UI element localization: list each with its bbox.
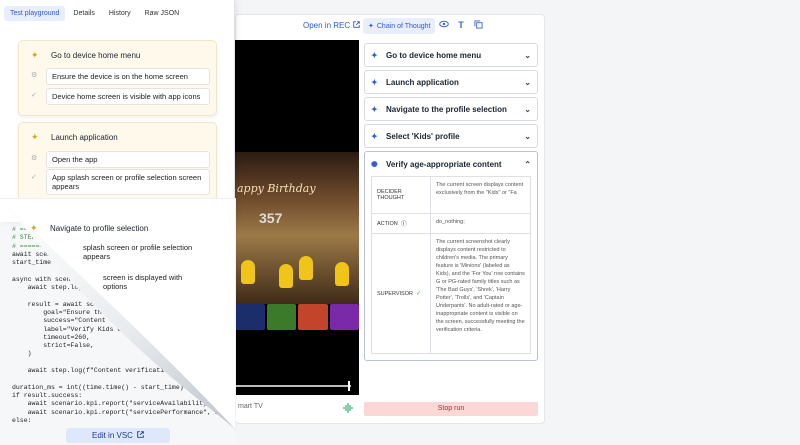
content-tile[interactable]	[329, 304, 359, 330]
chain-of-thought-toggle[interactable]: ✦ Chain of Thought	[363, 18, 436, 34]
tab-history[interactable]: History	[103, 6, 137, 21]
minion-figure	[299, 256, 313, 280]
chevron-down-icon: ⌄	[524, 77, 531, 87]
edit-in-vsc-button[interactable]: Edit in VSC	[66, 428, 170, 443]
birthday-cake-image: appy Birthday 357	[235, 152, 359, 304]
video-seek-bar[interactable]	[235, 385, 351, 387]
app-root: Open in REC ✦ Chain of Thought T appy Bi…	[0, 0, 800, 445]
chevron-up-icon: ⌃	[524, 159, 531, 169]
code-line: else:	[12, 416, 32, 424]
content-tile[interactable]	[266, 304, 296, 330]
content-tile[interactable]	[235, 304, 265, 330]
cot-step[interactable]: ✦ Launch application ⌄	[364, 70, 538, 94]
info-icon[interactable]: ⓘ	[401, 219, 407, 228]
external-link-icon	[137, 431, 144, 440]
code-line: )	[12, 350, 32, 358]
playground-step-card[interactable]: ✦ Launch application ⚙ Open the app ✓ Ap…	[18, 122, 217, 202]
code-line: label="Verify Kids Content",	[12, 325, 153, 333]
step-expectation[interactable]: App splash screen or profile selection s…	[46, 169, 210, 195]
cot-step-active: ✺ Verify age-appropriate content ⌃ DECID…	[364, 151, 538, 361]
sparkle-icon: ✦	[371, 77, 378, 87]
step-instruction[interactable]: Ensure the device is on the home screen	[46, 68, 210, 85]
code-line: goal="Ensure the homepage only pro	[12, 308, 176, 316]
decider-thought-row: DECIDER THOUGHT The current screen displ…	[372, 177, 530, 213]
step-instruction[interactable]: Open the app	[46, 151, 210, 168]
code-line: success="Content tiles show children's	[12, 317, 192, 325]
run-toolbar: Open in REC ✦ Chain of Thought T	[235, 14, 545, 40]
code-line: strict=False,	[12, 342, 94, 350]
code-line: timeout=260,	[12, 333, 91, 341]
check-icon: ✓	[31, 174, 37, 181]
cake-number: 357	[259, 210, 283, 226]
cot-step[interactable]: ✦ Select 'Kids' profile ⌄	[364, 124, 538, 148]
chevron-down-icon: ⌄	[524, 131, 531, 141]
sparkle-icon: ✦	[371, 104, 378, 114]
gear-icon: ⚙	[31, 155, 38, 162]
step-instruction[interactable]: splash screen or profile selection appea…	[78, 240, 208, 264]
chevron-down-icon: ⌄	[524, 104, 531, 114]
check-circle-icon: ✓	[415, 291, 421, 297]
minion-figure	[241, 260, 255, 284]
supervisor-row: SUPERVISOR ✓ The current screenshot clea…	[372, 233, 530, 353]
code-line: await scenario.kpi.report("servicePerfor…	[12, 408, 236, 416]
stop-run-button[interactable]: Stop run	[364, 402, 538, 416]
tab-details[interactable]: Details	[67, 6, 100, 21]
code-line: result = await scenario.ai.step(	[12, 300, 153, 308]
code-line: if result.success:	[12, 391, 83, 399]
eye-icon[interactable]	[439, 20, 449, 30]
seek-handle[interactable]	[348, 381, 350, 391]
step-expectation[interactable]: screen is displayed with options	[98, 270, 208, 294]
birthday-banner: appy Birthday	[237, 182, 316, 195]
tab-raw-json[interactable]: Raw JSON	[139, 6, 186, 21]
sparkle-icon: ✦	[31, 132, 39, 142]
action-row: ACTION ⓘ do_nothing;	[372, 213, 530, 233]
minion-figure	[335, 262, 349, 286]
chain-of-thought-steps: ✦ Go to device home menu ⌄ ✦ Launch appl…	[364, 43, 538, 364]
active-step-header[interactable]: ✺ Verify age-appropriate content ⌃	[365, 152, 537, 176]
code-line: await step.log(f"Content verification re…	[12, 367, 236, 375]
for-you-row	[235, 304, 359, 330]
sparkle-icon: ✦	[30, 223, 38, 233]
cot-step[interactable]: ✦ Navigate to the profile selection ⌄	[364, 97, 538, 121]
chevron-down-icon: ⌄	[524, 50, 531, 60]
code-line: duration_ms = int((time.time() - start_t…	[12, 383, 215, 391]
open-in-rec-link[interactable]: Open in REC	[303, 21, 360, 30]
device-label: mart TV	[238, 403, 263, 410]
cot-step[interactable]: ✦ Go to device home menu ⌄	[364, 43, 538, 67]
playground-step-card[interactable]: ✦ Go to device home menu ⚙ Ensure the de…	[18, 40, 217, 116]
sparkle-icon: ✦	[31, 50, 39, 60]
step-expectation[interactable]: Device home screen is visible with app i…	[46, 88, 210, 105]
code-line: await scenario.kpi.report("serviceAvaila…	[12, 400, 236, 408]
check-icon: ✓	[31, 92, 37, 99]
minion-figure	[279, 264, 293, 288]
device-video-stream[interactable]: appy Birthday 357	[235, 40, 359, 395]
step-detail-table: DECIDER THOUGHT The current screen displ…	[371, 176, 531, 354]
gear-icon: ⚙	[31, 72, 38, 79]
external-link-icon	[353, 21, 360, 30]
loading-spinner-icon: ✺	[371, 159, 378, 169]
tab-test-playground[interactable]: Test playground	[4, 6, 66, 21]
playground-step-card[interactable]: ✦ Navigate to profile selection splash s…	[18, 214, 217, 298]
sparkle-icon: ✦	[371, 131, 378, 141]
audio-wave-icon[interactable]	[343, 402, 353, 414]
text-icon[interactable]: T	[456, 20, 466, 30]
copy-icon[interactable]	[473, 20, 483, 30]
sparkle-icon: ✦	[368, 23, 374, 30]
sparkle-icon: ✦	[371, 50, 378, 60]
panel-tabs: Test playground Details History Raw JSON	[4, 6, 185, 21]
content-tile[interactable]	[298, 304, 328, 330]
